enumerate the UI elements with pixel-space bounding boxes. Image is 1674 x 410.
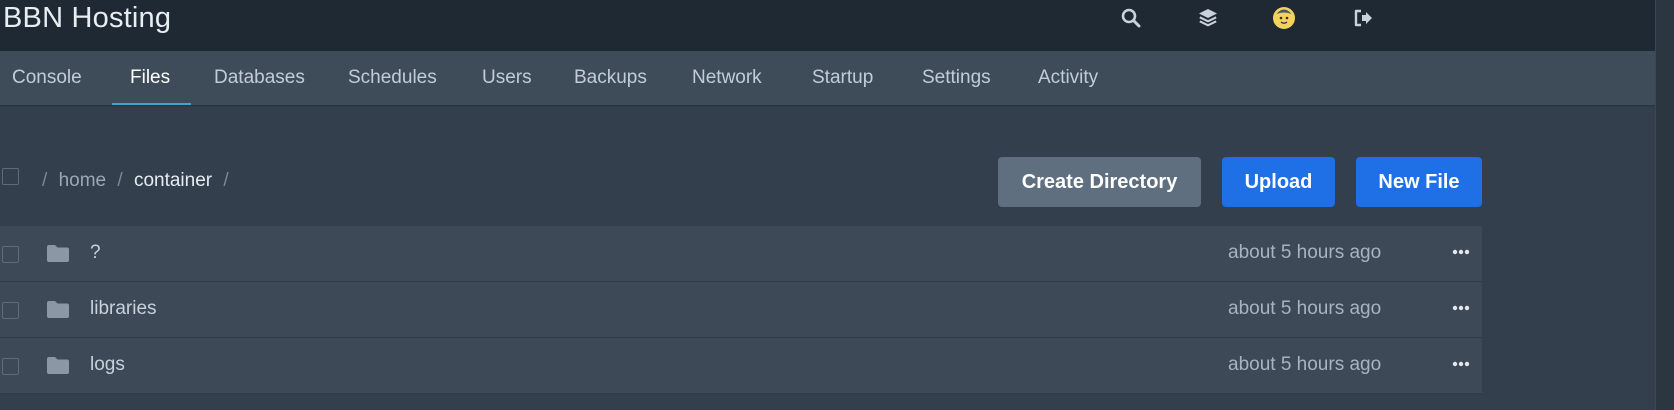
brand-title[interactable]: BBN Hosting xyxy=(3,2,171,35)
tab-activity[interactable]: Activity xyxy=(1038,51,1098,105)
file-name[interactable]: ? xyxy=(90,242,101,264)
file-row[interactable]: logs about 5 hours ago xyxy=(0,338,1482,394)
folder-icon xyxy=(46,244,70,268)
tab-databases[interactable]: Databases xyxy=(214,51,305,105)
create-directory-button[interactable]: Create Directory xyxy=(998,157,1201,207)
file-name[interactable]: libraries xyxy=(90,298,157,320)
more-options-icon[interactable] xyxy=(1449,242,1473,262)
breadcrumb-container[interactable]: container xyxy=(134,170,212,191)
file-row[interactable]: libraries about 5 hours ago xyxy=(0,282,1482,338)
row-checkbox[interactable] xyxy=(2,246,19,263)
tab-settings[interactable]: Settings xyxy=(922,51,991,105)
logout-icon[interactable] xyxy=(1351,6,1375,30)
file-row[interactable]: ? about 5 hours ago xyxy=(0,226,1482,282)
breadcrumb: / home / container / xyxy=(42,170,235,192)
breadcrumb-separator: / xyxy=(117,170,123,191)
upload-button[interactable]: Upload xyxy=(1222,157,1335,207)
tab-schedules[interactable]: Schedules xyxy=(348,51,437,105)
row-checkbox[interactable] xyxy=(2,302,19,319)
file-modified: about 5 hours ago xyxy=(1228,298,1382,319)
tab-files[interactable]: Files xyxy=(130,51,170,105)
avatar[interactable] xyxy=(1272,6,1296,30)
more-options-icon[interactable] xyxy=(1449,354,1473,374)
layers-icon[interactable] xyxy=(1196,6,1220,30)
tab-console[interactable]: Console xyxy=(12,51,82,105)
select-all-checkbox[interactable] xyxy=(2,168,19,185)
new-file-button[interactable]: New File xyxy=(1356,157,1482,207)
file-name[interactable]: logs xyxy=(90,354,125,376)
more-options-icon[interactable] xyxy=(1449,298,1473,318)
folder-icon xyxy=(46,300,70,324)
breadcrumb-separator: / xyxy=(42,170,48,191)
server-nav: Console Files Databases Schedules Users … xyxy=(0,51,1655,105)
file-list: ? about 5 hours ago libraries about 5 ho… xyxy=(0,226,1482,410)
folder-icon xyxy=(46,356,70,380)
row-checkbox[interactable] xyxy=(2,358,19,375)
active-tab-indicator xyxy=(112,103,191,105)
scrollbar[interactable] xyxy=(1655,0,1674,410)
tab-network[interactable]: Network xyxy=(692,51,762,105)
file-modified: about 5 hours ago xyxy=(1228,354,1382,375)
tab-users[interactable]: Users xyxy=(482,51,532,105)
breadcrumb-separator: / xyxy=(223,170,229,191)
tab-backups[interactable]: Backups xyxy=(574,51,647,105)
search-icon[interactable] xyxy=(1119,6,1143,30)
file-modified: about 5 hours ago xyxy=(1228,242,1382,263)
breadcrumb-home[interactable]: home xyxy=(59,170,107,191)
tab-startup[interactable]: Startup xyxy=(812,51,873,105)
top-bar: BBN Hosting xyxy=(0,0,1655,51)
